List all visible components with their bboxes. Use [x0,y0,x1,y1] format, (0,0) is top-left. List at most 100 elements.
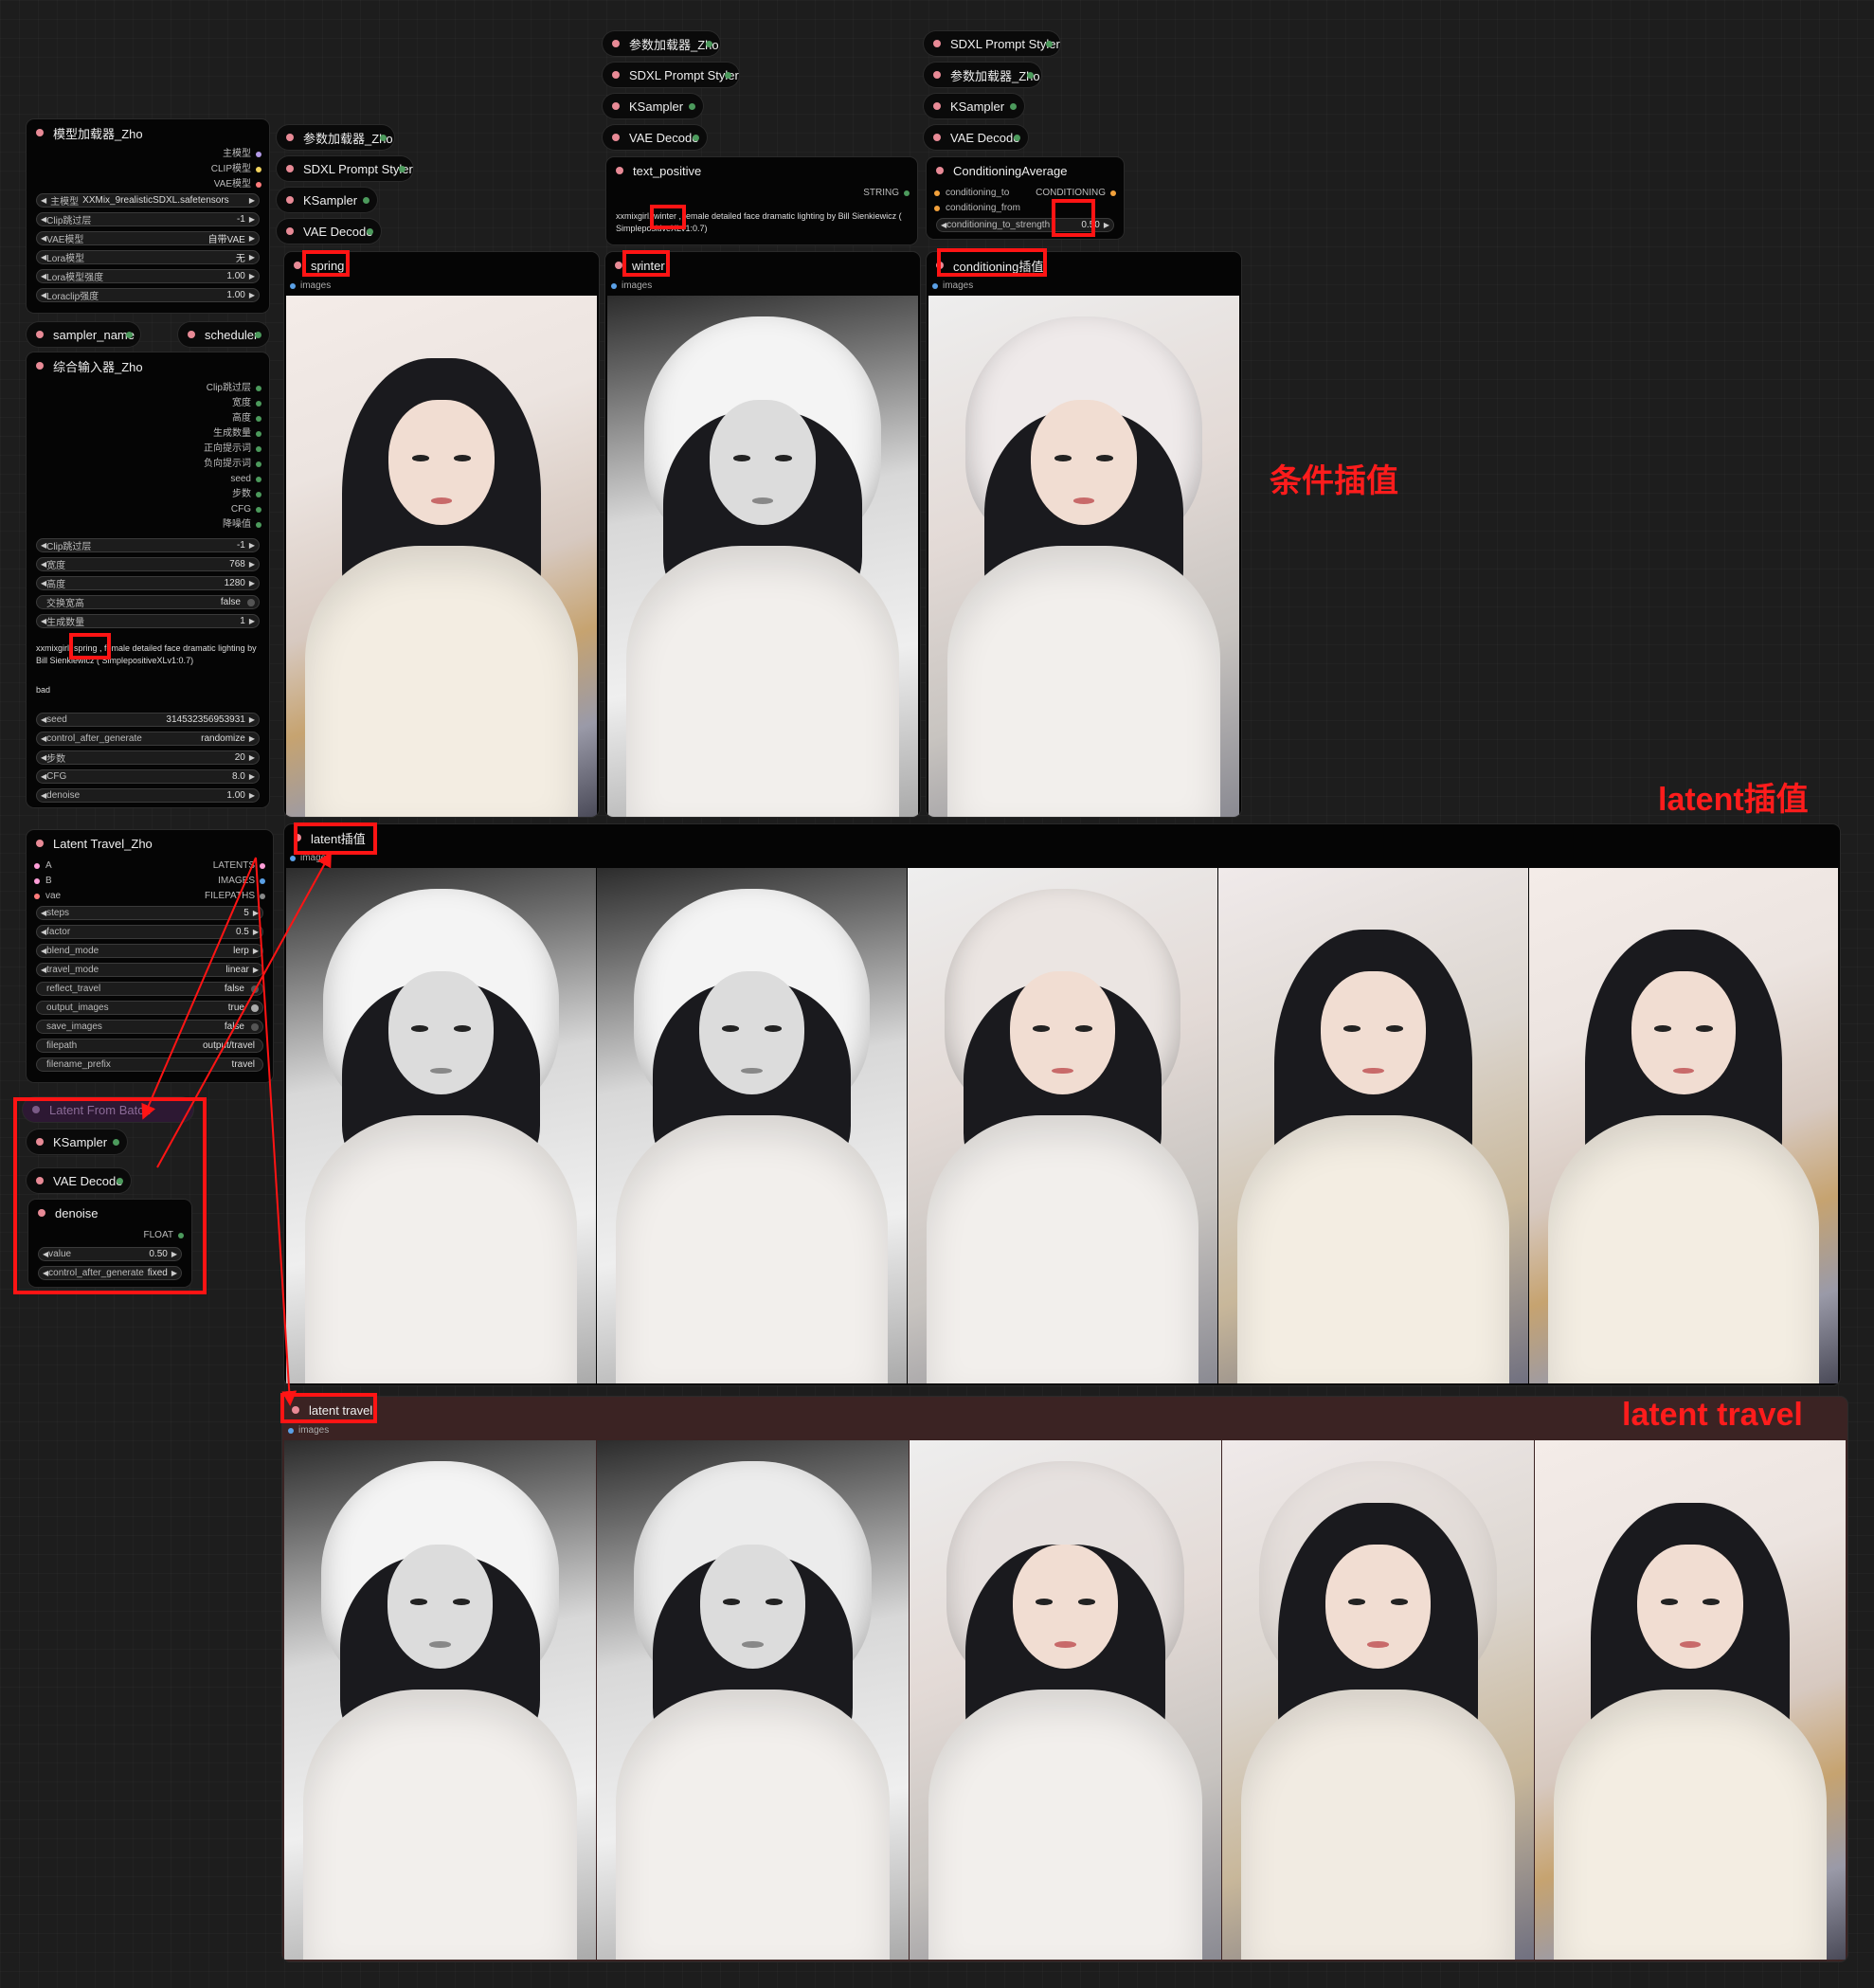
output-denoise[interactable]: 降噪值 [223,517,261,533]
sampler-name-node[interactable]: sampler_name [27,322,140,347]
annotation-cond-interp: 条件插值 [1270,463,1398,499]
scheduler-node[interactable]: scheduler [178,322,269,347]
preview-image-3[interactable] [908,868,1217,1383]
param-loader-node-3[interactable]: 参数加载器_Zho [924,63,1041,87]
widget-cfg[interactable]: ◀ CFG 8.0 ▶ [36,769,260,784]
widget-output-images[interactable]: output_images true [36,1001,263,1015]
widget-save-images[interactable]: save_images false [36,1020,263,1034]
preview-node-latent-interp[interactable]: latent插值 images [284,824,1840,1385]
input-vae[interactable]: vae [34,889,61,904]
output-clip-skip[interactable]: Clip跳过层 [207,381,261,396]
output-width[interactable]: 宽度 [232,396,261,411]
arrow-right-icon: ▶ [248,253,255,262]
widget-travel-mode[interactable]: ◀ travel_mode linear ▶ [36,963,263,977]
widget-clip-skip[interactable]: ◀ Clip跳过层 -1 ▶ [36,538,260,552]
widget-lora-clip-strength[interactable]: ◀ Loraclip强度 1.00 ▶ [36,288,260,302]
output-slot-icon [256,182,261,188]
preview-image[interactable] [607,296,918,817]
vae-decode-node-3[interactable]: VAE Decode [924,125,1028,150]
param-loader-node-1[interactable]: 参数加载器_Zho [277,125,394,150]
preview-image-2[interactable] [597,1440,909,1960]
input-conditioning-to[interactable]: conditioning_to [934,186,1009,201]
arrow-right-icon: ▶ [248,215,255,224]
output-steps[interactable]: 步数 [232,487,261,502]
widget-blend-mode[interactable]: ◀ blend_mode lerp ▶ [36,944,263,958]
widget-denoise[interactable]: ◀ denoise 1.00 ▶ [36,788,260,803]
widget-clip-skip[interactable]: ◀ Clip跳过层 -1 ▶ [36,212,260,226]
widget-factor[interactable]: ◀ factor 0.5 ▶ [36,925,263,939]
arrow-right-icon: ▶ [248,196,255,205]
widget-filename-prefix[interactable]: filename_prefix travel [36,1057,263,1072]
combo-input-node[interactable]: 综合输入器_Zho Clip跳过层 宽度 高度 生成数量 正向提示词 负向提示词… [27,352,269,807]
prompt-styler-node-2[interactable]: SDXL Prompt Styler [603,63,739,87]
output-clip-model[interactable]: CLIP模型 [211,162,261,177]
widget-swap-toggle[interactable]: 交换宽高 false [36,595,260,609]
preview-image-2[interactable] [597,868,907,1383]
output-slot-icon [256,152,261,157]
node-title: SDXL Prompt Styler [303,161,413,176]
output-seed[interactable]: seed [230,472,261,487]
output-main-model[interactable]: 主模型 [223,147,261,162]
model-loader-node[interactable]: 模型加载器_Zho 主模型 CLIP模型 VAE模型 ◀ 主模型 XXMix_9re… [27,119,269,313]
widget-lora-strength[interactable]: ◀ Lora模型强度 1.00 ▶ [36,269,260,283]
node-title: Latent Travel_Zho [53,836,153,851]
output-positive[interactable]: 正向提示词 [204,442,261,457]
output-string[interactable]: STRING [863,186,910,201]
output-filepaths[interactable]: FILEPATHS [205,889,265,904]
node-title: 综合输入器_Zho [53,359,143,374]
preview-image-3[interactable] [910,1440,1221,1960]
preview-node-latent-travel[interactable]: latent travel images [282,1397,1847,1961]
preview-image-4[interactable] [1222,1440,1534,1960]
output-height[interactable]: 高度 [232,411,261,426]
ksampler-node-3[interactable]: KSampler [924,94,1024,118]
preview-node-winter[interactable]: winter images [605,252,920,817]
widget-filepath[interactable]: filepath output/travel [36,1039,263,1053]
preview-node-conditioning[interactable]: conditioning插值 images [927,252,1241,817]
vae-decode-node-1[interactable]: VAE Decode [277,219,381,244]
widget-height[interactable]: ◀ 高度 1280 ▶ [36,576,260,590]
vae-decode-node-2[interactable]: VAE Decode [603,125,707,150]
preview-image-5[interactable] [1535,1440,1846,1960]
widget-main-model[interactable]: ◀ 主模型 XXMix_9realisticSDXL.safetensors ▶ [36,193,260,208]
node-title: VAE Decode [303,224,373,239]
input-conditioning-from[interactable]: conditioning_from [934,201,1020,216]
preview-image-5[interactable] [1529,868,1838,1383]
param-loader-node-2[interactable]: 参数加载器_Zho [603,31,720,56]
ksampler-node-2[interactable]: KSampler [603,94,703,118]
input-a[interactable]: A [34,858,52,874]
text-positive-node[interactable]: text_positive STRING xxmixgirl, winter ,… [606,157,917,244]
widget-control-after-generate[interactable]: ◀ control_after_generate randomize ▶ [36,732,260,746]
arrow-right-icon: ▶ [248,272,255,280]
output-cfg[interactable]: CFG [231,502,261,517]
latent-travel-node[interactable]: Latent Travel_Zho A B vae LATENTS IMAGES… [27,830,273,1082]
output-vae-model[interactable]: VAE模型 [214,177,261,192]
node-status-dot [188,331,195,338]
prompt-styler-node-3[interactable]: SDXL Prompt Styler [924,31,1060,56]
node-title: SDXL Prompt Styler [629,67,739,82]
preview-image[interactable] [928,296,1239,817]
widget-width[interactable]: ◀ 宽度 768 ▶ [36,557,260,571]
output-latents[interactable]: LATENTS [213,858,265,874]
widget-steps[interactable]: ◀ 步数 20 ▶ [36,750,260,765]
widget-reflect-travel[interactable]: reflect_travel false [36,982,263,996]
input-slot-icon [290,282,296,289]
output-slot-icon [256,416,261,422]
output-images[interactable]: IMAGES [218,874,265,889]
node-title: 模型加载器_Zho [53,126,143,141]
ksampler-node-1[interactable]: KSampler [277,188,377,212]
widget-batch[interactable]: ◀ 生成数量 1 ▶ [36,614,260,628]
output-batch[interactable]: 生成数量 [213,426,261,442]
widget-seed[interactable]: ◀ seed 314532356953931 ▶ [36,713,260,727]
preview-image[interactable] [286,296,597,817]
preview-image-1[interactable] [284,1440,596,1960]
widget-steps[interactable]: ◀ steps 5 ▶ [36,906,263,920]
preview-image-1[interactable] [286,868,596,1383]
prompt-styler-node-1[interactable]: SDXL Prompt Styler [277,156,413,181]
negative-prompt-textarea[interactable]: bad [36,684,260,696]
preview-image-4[interactable] [1218,868,1528,1383]
preview-node-spring[interactable]: spring images [284,252,599,817]
input-b[interactable]: B [34,874,52,889]
output-negative[interactable]: 负向提示词 [204,457,261,472]
widget-lora-model[interactable]: ◀ Lora模型无 ▶ [36,250,260,264]
widget-vae-model[interactable]: ◀ VAE模型 自带VAE ▶ [36,231,260,245]
